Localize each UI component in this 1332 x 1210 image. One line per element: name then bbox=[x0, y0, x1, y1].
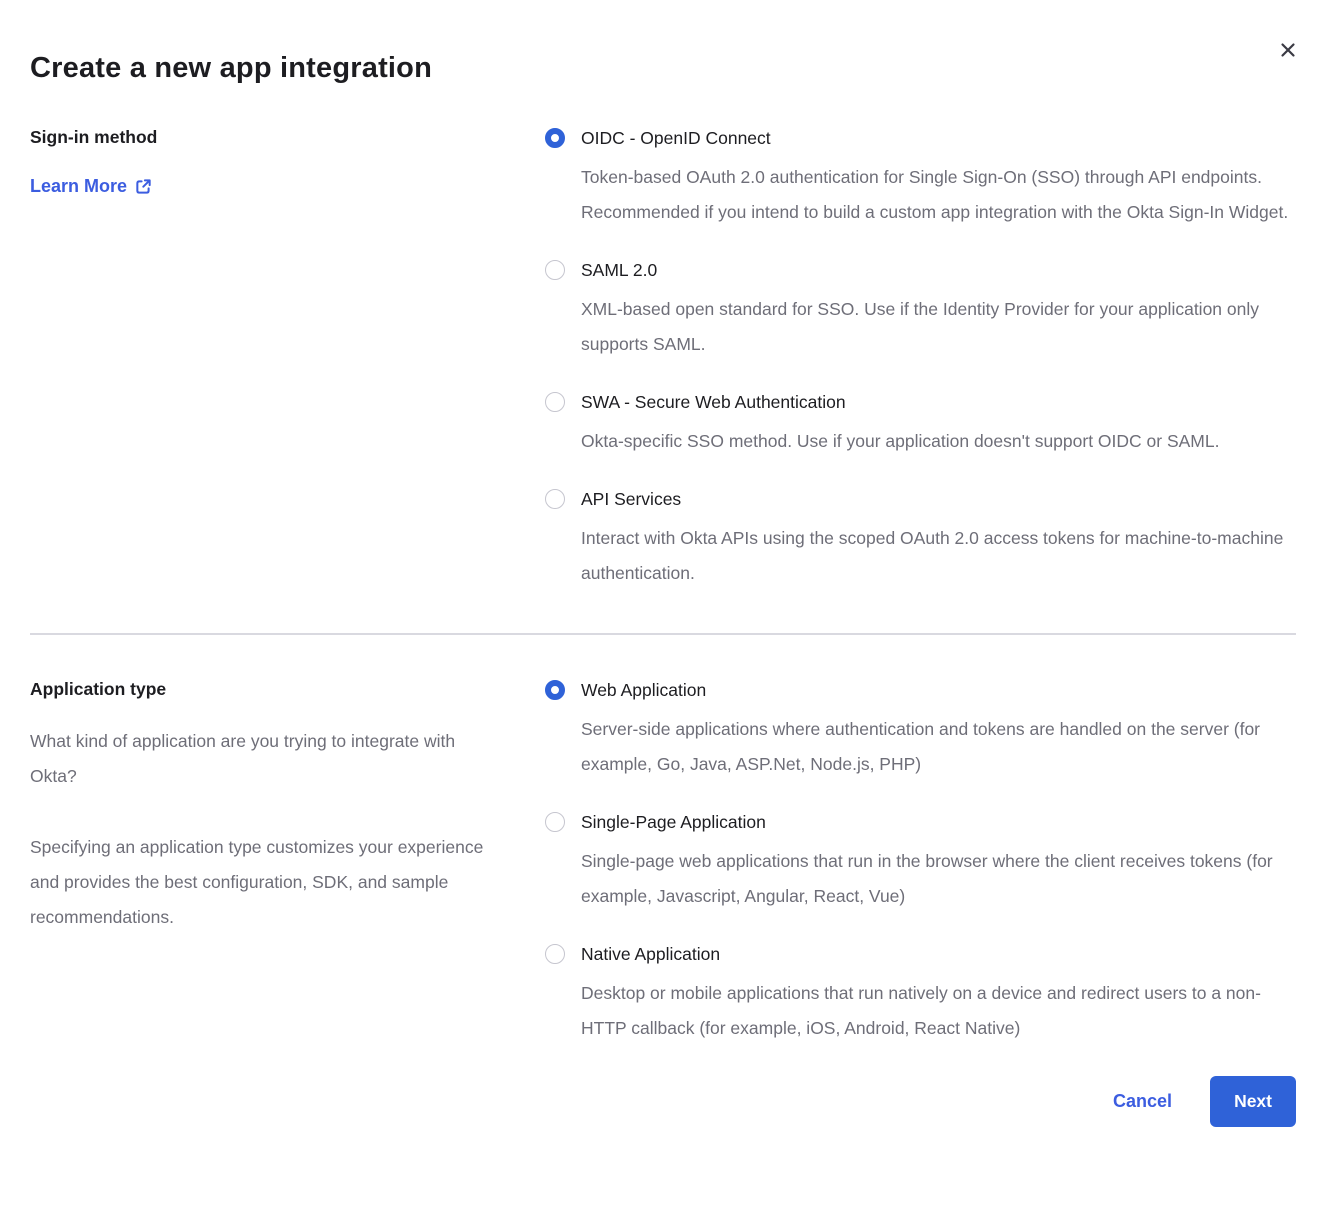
application-type-heading: Application type bbox=[30, 679, 545, 700]
signin-method-heading: Sign-in method bbox=[30, 127, 545, 148]
radio-option-description: Server-side applications where authentic… bbox=[581, 712, 1296, 782]
radio-option-swa[interactable]: SWA - Secure Web Authentication Okta-spe… bbox=[545, 391, 1296, 459]
signin-method-radio-group: OIDC - OpenID Connect Token-based OAuth … bbox=[545, 127, 1296, 591]
radio-option-description: Desktop or mobile applications that run … bbox=[581, 976, 1296, 1046]
signin-method-section: Sign-in method Learn More OIDC - OpenID … bbox=[30, 127, 1296, 591]
create-app-integration-dialog: Create a new app integration Sign-in met… bbox=[0, 0, 1332, 1210]
close-button[interactable] bbox=[1276, 38, 1300, 62]
learn-more-link[interactable]: Learn More bbox=[30, 176, 152, 197]
radio-option-content: Web Application Server-side applications… bbox=[581, 679, 1296, 782]
radio-option-label: Native Application bbox=[581, 943, 1296, 965]
dialog-footer: Cancel Next bbox=[30, 1076, 1296, 1127]
radio-option-label: SWA - Secure Web Authentication bbox=[581, 391, 1219, 413]
signin-method-left-column: Sign-in method Learn More bbox=[30, 127, 545, 591]
radio-option-label: SAML 2.0 bbox=[581, 259, 1296, 281]
radio-option-content: SAML 2.0 XML-based open standard for SSO… bbox=[581, 259, 1296, 362]
radio-option-description: Single-page web applications that run in… bbox=[581, 844, 1296, 914]
cancel-button[interactable]: Cancel bbox=[1113, 1091, 1172, 1112]
radio-option-description: Token-based OAuth 2.0 authentication for… bbox=[581, 160, 1296, 230]
application-type-explanation: Specifying an application type customize… bbox=[30, 830, 500, 935]
radio-option-single-page-application[interactable]: Single-Page Application Single-page web … bbox=[545, 811, 1296, 914]
close-icon bbox=[1280, 42, 1296, 58]
radio-option-content: SWA - Secure Web Authentication Okta-spe… bbox=[581, 391, 1219, 459]
radio-option-label: Single-Page Application bbox=[581, 811, 1296, 833]
next-button[interactable]: Next bbox=[1210, 1076, 1296, 1127]
radio-unselected-icon[interactable] bbox=[545, 392, 565, 412]
radio-option-oidc[interactable]: OIDC - OpenID Connect Token-based OAuth … bbox=[545, 127, 1296, 230]
external-link-icon bbox=[135, 178, 152, 195]
radio-unselected-icon[interactable] bbox=[545, 489, 565, 509]
radio-option-description: Okta-specific SSO method. Use if your ap… bbox=[581, 424, 1219, 459]
radio-option-description: XML-based open standard for SSO. Use if … bbox=[581, 292, 1296, 362]
radio-option-content: Single-Page Application Single-page web … bbox=[581, 811, 1296, 914]
application-type-section: Application type What kind of applicatio… bbox=[30, 679, 1296, 1046]
radio-option-native-application[interactable]: Native Application Desktop or mobile app… bbox=[545, 943, 1296, 1046]
radio-unselected-icon[interactable] bbox=[545, 260, 565, 280]
radio-unselected-icon[interactable] bbox=[545, 944, 565, 964]
radio-option-label: API Services bbox=[581, 488, 1296, 510]
section-divider bbox=[30, 633, 1296, 635]
application-type-radio-group: Web Application Server-side applications… bbox=[545, 679, 1296, 1046]
radio-selected-icon[interactable] bbox=[545, 128, 565, 148]
application-type-question: What kind of application are you trying … bbox=[30, 724, 500, 794]
radio-option-content: OIDC - OpenID Connect Token-based OAuth … bbox=[581, 127, 1296, 230]
radio-selected-icon[interactable] bbox=[545, 680, 565, 700]
learn-more-label: Learn More bbox=[30, 176, 127, 197]
dialog-title: Create a new app integration bbox=[30, 52, 1296, 85]
radio-option-content: API Services Interact with Okta APIs usi… bbox=[581, 488, 1296, 591]
application-type-left-column: Application type What kind of applicatio… bbox=[30, 679, 545, 1046]
radio-option-web-application[interactable]: Web Application Server-side applications… bbox=[545, 679, 1296, 782]
radio-option-label: Web Application bbox=[581, 679, 1296, 701]
radio-option-content: Native Application Desktop or mobile app… bbox=[581, 943, 1296, 1046]
radio-option-description: Interact with Okta APIs using the scoped… bbox=[581, 521, 1296, 591]
radio-option-api-services[interactable]: API Services Interact with Okta APIs usi… bbox=[545, 488, 1296, 591]
radio-option-saml[interactable]: SAML 2.0 XML-based open standard for SSO… bbox=[545, 259, 1296, 362]
radio-unselected-icon[interactable] bbox=[545, 812, 565, 832]
radio-option-label: OIDC - OpenID Connect bbox=[581, 127, 1296, 149]
